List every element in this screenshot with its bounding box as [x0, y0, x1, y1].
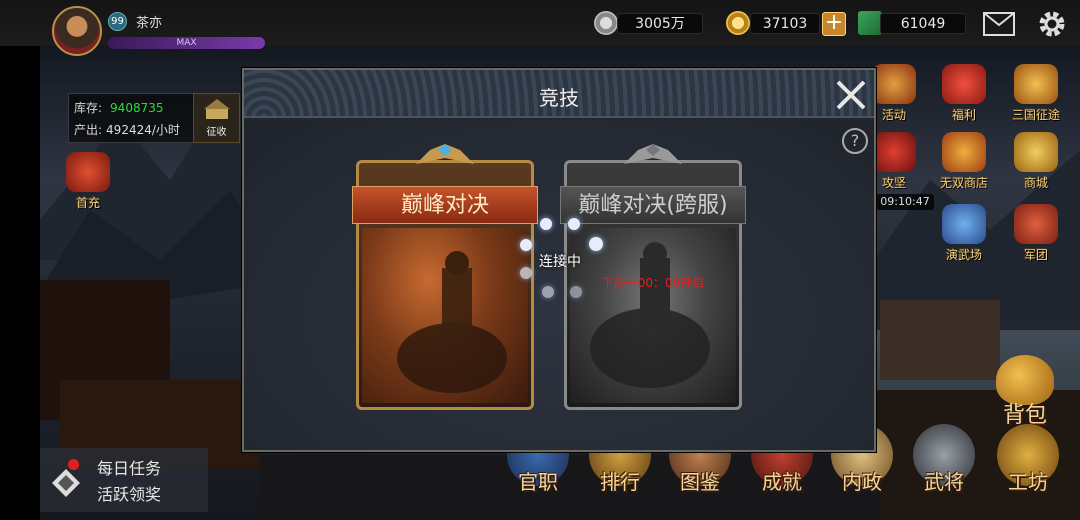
mall-label: 商城	[1023, 176, 1048, 190]
three-kingdoms-journey-icon	[1014, 64, 1058, 104]
collect-label: 征收	[206, 127, 227, 138]
silver-amount: 3005万	[617, 13, 703, 34]
notification-dot	[68, 459, 79, 470]
loading-text: 连接中	[539, 254, 581, 270]
first-recharge-label: 首充	[75, 196, 100, 210]
gear-icon[interactable]	[1036, 8, 1068, 40]
legion-icon	[1014, 204, 1058, 244]
collect-icon	[204, 99, 230, 119]
activity-icon	[872, 64, 916, 104]
vip-label: MAX	[176, 38, 197, 48]
gold-coin-icon	[726, 11, 750, 35]
menu-generals[interactable]: 武将	[904, 424, 984, 514]
collect-button[interactable]: 征收	[193, 93, 240, 143]
first-recharge-button[interactable]: 首充	[62, 152, 114, 212]
welfare-label: 福利	[951, 108, 976, 122]
legion-label: 军团	[1023, 248, 1048, 262]
mall-icon	[1014, 132, 1058, 172]
scroll-icon	[52, 469, 80, 497]
menu-label: 工坊	[1008, 470, 1048, 494]
cash-stack-icon	[858, 11, 882, 35]
left-edge-strip	[0, 0, 40, 520]
cash-amount: 61049	[880, 13, 966, 34]
bag-button[interactable]: 背包	[990, 355, 1060, 435]
menu-label: 武将	[924, 470, 964, 494]
spinner-dot	[542, 286, 554, 298]
legion-button[interactable]: 军团	[1010, 204, 1062, 264]
welfare-icon	[942, 64, 986, 104]
peerless-shop-button[interactable]: 无双商店	[938, 132, 990, 192]
menu-label: 内政	[842, 470, 882, 494]
daily-tasks-label[interactable]: 每日任务	[97, 455, 161, 479]
modal-title: 竞技	[539, 86, 579, 110]
spinner-dot	[589, 237, 603, 251]
general-on-horse-art	[362, 228, 528, 403]
menu-label: 成就	[762, 470, 802, 494]
arena-ground-icon	[942, 204, 986, 244]
arena-ground-label: 演武场	[945, 248, 982, 262]
output-label: 产出:	[74, 123, 103, 137]
spinner-dot	[568, 218, 580, 230]
vip-bar: MAX	[108, 37, 265, 49]
peak-duel-card[interactable]: 巅峰对决	[352, 142, 538, 412]
spinner-dot	[570, 286, 582, 298]
close-icon[interactable]	[832, 76, 870, 114]
silver-coin-icon	[594, 11, 618, 35]
activity-reward-label[interactable]: 活跃领奖	[97, 481, 161, 505]
output-value: 492424/小时	[106, 123, 180, 137]
card-title: 巅峰对决	[352, 186, 538, 224]
menu-workshop[interactable]: 工坊	[988, 424, 1068, 514]
loading-spinner: 连接中	[520, 218, 603, 298]
add-gold-button[interactable]: +	[822, 12, 846, 36]
player-level-badge: 99	[108, 12, 127, 31]
menu-label: 排行	[600, 470, 640, 494]
mail-icon[interactable]	[983, 12, 1015, 36]
three-kingdoms-journey-button[interactable]: 三国征途	[1010, 64, 1062, 124]
player-name: 茶亦	[136, 16, 163, 31]
card-crest-icon	[416, 144, 474, 164]
menu-label: 图鉴	[680, 470, 720, 494]
arena-ground-button[interactable]: 演武场	[938, 204, 990, 264]
three-kingdoms-journey-label: 三国征途	[1011, 108, 1060, 122]
peerless-shop-label: 无双商店	[939, 176, 988, 190]
menu-label: 官职	[518, 470, 558, 494]
first-recharge-icon	[66, 152, 110, 192]
spinner-dot	[520, 239, 532, 251]
card-crest-icon	[624, 144, 682, 164]
stock-label: 库存:	[74, 101, 103, 115]
mall-button[interactable]: 商城	[1010, 132, 1062, 192]
event-timer: 09:10:47	[876, 194, 934, 210]
gold-amount: 37103	[750, 13, 820, 34]
player-avatar[interactable]	[52, 6, 102, 56]
stock-value: 9408735	[110, 101, 164, 115]
help-icon[interactable]: ?	[842, 128, 868, 154]
siege-icon	[872, 132, 916, 172]
spinner-dot	[540, 218, 552, 230]
welfare-button[interactable]: 福利	[938, 64, 990, 124]
tasks-panel[interactable]: 每日任务 活跃领奖	[40, 448, 208, 512]
peerless-shop-icon	[942, 132, 986, 172]
